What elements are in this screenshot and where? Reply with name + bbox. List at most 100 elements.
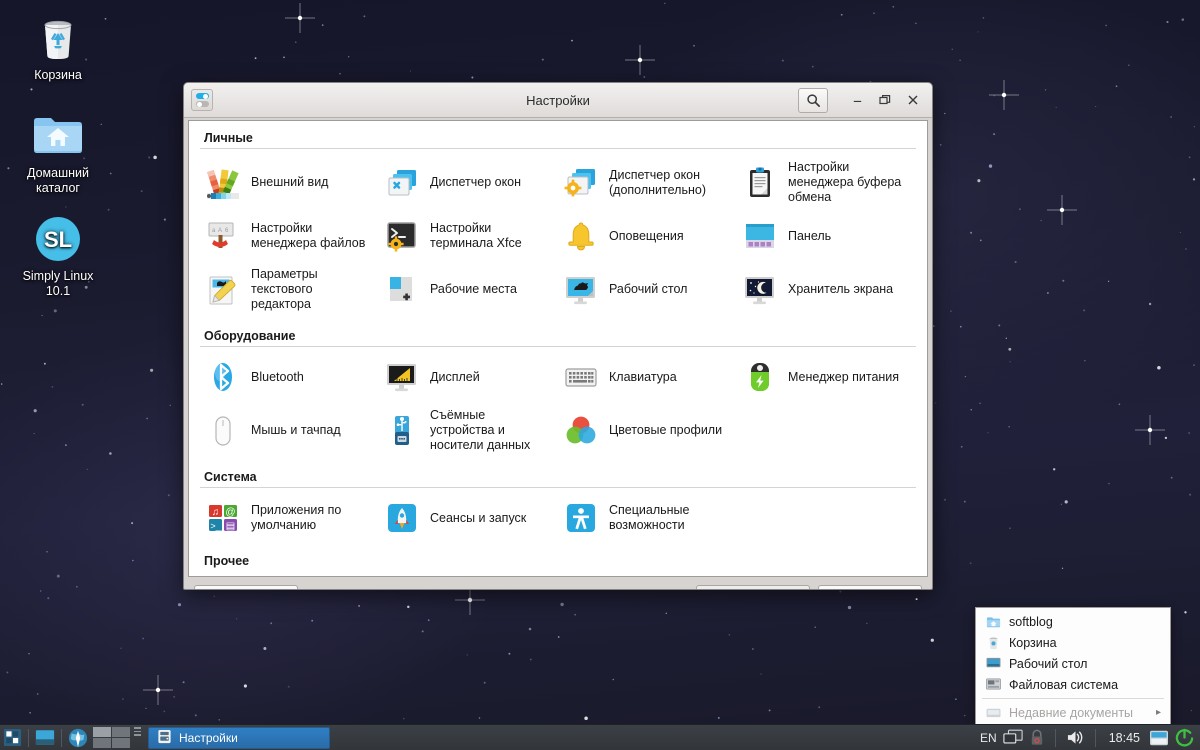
settings-item-label: Сеансы и запуск [430, 510, 527, 525]
settings-item-label-2: (дополнительно) [609, 182, 706, 197]
desktop-icon-home[interactable]: Домашний каталог [6, 112, 110, 196]
desktop-context-menu[interactable]: softblog Корзина Рабочий стол Файловая с… [975, 607, 1171, 727]
desktop-folder-icon [985, 656, 1001, 672]
settings-item-workspaces[interactable]: Рабочие места [379, 261, 558, 318]
context-menu-item-recent-documents[interactable]: Недавние документы ▸ [976, 702, 1170, 723]
settings-item-terminal-settings[interactable]: Настройки терминала Xfce [379, 211, 558, 261]
system-tray[interactable]: EN 18:45 [980, 728, 1200, 747]
svg-text:>_: >_ [210, 521, 221, 531]
screensaver-icon [741, 271, 779, 309]
settings-item-screensaver[interactable]: Хранитель экрана [737, 261, 916, 318]
settings-item-file-manager-settings[interactable]: aA6 Настройки менеджера файлов [200, 211, 379, 261]
section-title-other: Прочее [204, 554, 250, 568]
display-tray-icon[interactable] [1003, 729, 1023, 746]
volume-icon[interactable] [1066, 729, 1085, 746]
minimize-button[interactable] [844, 87, 870, 113]
keyboard-layout-indicator[interactable]: EN [980, 731, 997, 745]
maximize-button[interactable] [872, 87, 898, 113]
appearance-icon [204, 164, 242, 202]
settings-item-label: Внешний вид [251, 175, 329, 189]
bluetooth-icon [204, 358, 242, 396]
simply-linux-icon: SL [6, 215, 110, 265]
settings-item-label-3: носители данных [430, 438, 531, 452]
section-title-hardware: Оборудование [200, 325, 916, 347]
settings-item-clipboard-manager[interactable]: Настройки менеджера буфера обмена [737, 154, 916, 211]
context-menu-item-trash[interactable]: Корзина [976, 632, 1170, 653]
settings-item-label: Цветовые профили [609, 423, 723, 437]
svg-text:♫: ♫ [212, 507, 220, 518]
default-apps-icon: ♫ @ >_ ▤ [204, 499, 242, 537]
text-editor-settings-icon [204, 271, 242, 309]
help-button[interactable]: Справка [194, 585, 298, 589]
context-menu-item-desktop[interactable]: Рабочий стол [976, 653, 1170, 674]
clipboard-manager-icon [741, 164, 779, 202]
window-titlebar[interactable]: Настройки [184, 83, 932, 118]
desktop-icon-label-line1: Simply Linux [22, 269, 94, 283]
settings-item-label-2: возможности [609, 518, 685, 532]
close-window-button[interactable]: Закрыть [818, 585, 922, 589]
settings-item-color-profiles[interactable]: Цветовые профили [558, 402, 737, 459]
settings-item-bluetooth[interactable]: Bluetooth [200, 352, 379, 402]
settings-item-label: Специальные [609, 503, 690, 517]
context-menu-item-softblog[interactable]: softblog [976, 611, 1170, 632]
taskbar-launcher-web-browser[interactable] [67, 727, 89, 749]
notifications-icon [562, 217, 600, 255]
context-menu-item-label: Недавние документы [1009, 705, 1134, 720]
settings-icon [157, 729, 172, 747]
pager-handle[interactable] [134, 727, 141, 748]
taskbar-launcher-applications-menu[interactable] [1, 727, 23, 749]
settings-item-notifications[interactable]: Оповещения [558, 211, 737, 261]
close-button[interactable] [900, 87, 926, 113]
settings-item-label: Рабочие места [430, 282, 517, 296]
minimize-icon [853, 100, 861, 102]
taskbar-launcher-show-desktop[interactable] [34, 727, 56, 749]
desktop-icon-trash[interactable]: Корзина [6, 14, 110, 83]
settings-item-panel[interactable]: Панель [737, 211, 916, 261]
updates-tray-icon[interactable] [1149, 729, 1169, 747]
search-button[interactable] [798, 87, 828, 113]
lock-tray-icon[interactable] [1029, 729, 1045, 746]
settings-item-label: Настройки [430, 221, 492, 235]
all-settings-button[interactable]: Все настройки [695, 585, 810, 589]
settings-item-window-manager-tweaks[interactable]: Диспетчер окон (дополнительно) [558, 154, 737, 211]
settings-item-appearance[interactable]: Внешний вид [200, 154, 379, 211]
settings-item-sessions-startup[interactable]: Сеансы и запуск [379, 493, 558, 543]
desktop-icon-label-line1: Домашний [27, 166, 89, 180]
desktop-icon-simply-linux[interactable]: SL Simply Linux 10.1 [6, 215, 110, 299]
close-icon [908, 95, 918, 105]
settings-item-text-editor-settings[interactable]: Параметры текстового редактора [200, 261, 379, 318]
workspace-pager[interactable] [93, 727, 141, 748]
maximize-icon [879, 95, 891, 105]
clock[interactable]: 18:45 [1106, 731, 1143, 745]
settings-item-display[interactable]: Дисплей [379, 352, 558, 402]
settings-item-default-apps[interactable]: ♫ @ >_ ▤ Приложения по умолчанию [200, 493, 379, 543]
svg-text:▤: ▤ [226, 521, 235, 532]
context-menu-item-filesystem[interactable]: Файловая система [976, 674, 1170, 695]
settings-window[interactable]: Настройки Личные Внешний вид Диспетчер о… [183, 82, 933, 590]
taskbar-task-button-settings[interactable]: Настройки [148, 726, 330, 749]
settings-item-accessibility[interactable]: Специальные возможности [558, 493, 737, 543]
settings-item-label-2: менеджера буфера [788, 175, 902, 189]
svg-text:SL: SL [44, 227, 72, 252]
desktop[interactable]: Корзина Домашний каталог SL Simply Linux… [0, 0, 1200, 750]
mouse-touchpad-icon [204, 412, 242, 450]
desktop-icon [562, 271, 600, 309]
web-browser-icon [68, 728, 88, 747]
settings-item-desktop[interactable]: Рабочий стол [558, 261, 737, 318]
settings-item-label-2: умолчанию [251, 518, 317, 532]
taskbar[interactable]: Настройки EN 18:45 [0, 724, 1200, 750]
taskbar-task-label: Настройки [179, 730, 238, 745]
settings-item-label-3: редактора [251, 297, 311, 311]
settings-item-mouse-touchpad[interactable]: Мышь и тачпад [200, 402, 379, 459]
settings-content-area[interactable]: Личные Внешний вид Диспетчер окон Диспет… [188, 120, 928, 577]
settings-item-removable-media[interactable]: Съёмные устройства и носители данных [379, 402, 558, 459]
settings-item-window-manager[interactable]: Диспетчер окон [379, 154, 558, 211]
logout-icon[interactable] [1175, 728, 1194, 747]
settings-item-power-manager[interactable]: Менеджер питания [737, 352, 916, 402]
trash-icon [985, 635, 1001, 651]
settings-item-label: Панель [788, 228, 832, 243]
settings-item-label: Bluetooth [251, 369, 304, 384]
settings-item-keyboard[interactable]: Клавиатура [558, 352, 737, 402]
search-icon [806, 93, 820, 107]
settings-item-label: Клавиатура [609, 369, 677, 384]
